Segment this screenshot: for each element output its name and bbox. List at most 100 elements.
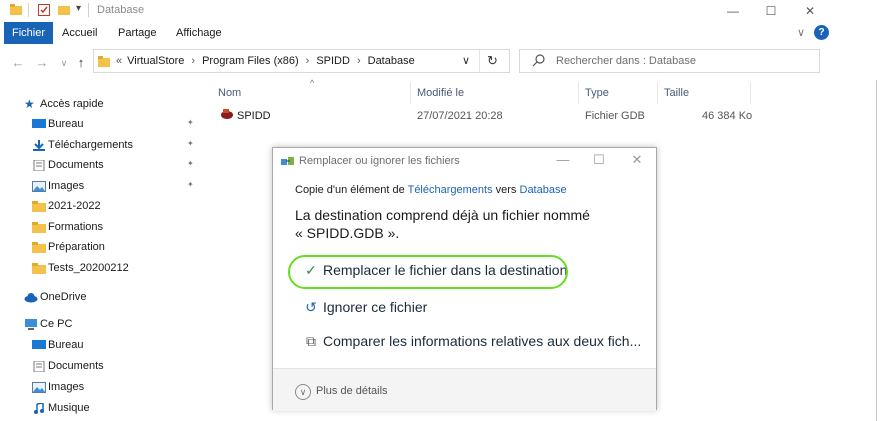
breadcrumb-item[interactable]: Program Files (x86) xyxy=(202,55,299,67)
search-input[interactable]: Rechercher dans : Database xyxy=(556,55,696,67)
help-icon[interactable]: ? xyxy=(814,25,829,40)
maximize-button[interactable]: ☐ xyxy=(756,2,786,20)
sidebar-item-tests-20200212[interactable]: Tests_20200212 xyxy=(0,259,200,279)
sidebar-item-t-l-chargements[interactable]: Téléchargements ✦ xyxy=(0,136,200,156)
sidebar-item-label: Documents xyxy=(48,360,104,372)
chevron-right-icon[interactable]: › xyxy=(306,55,310,67)
overflow-chevron-icon[interactable]: « xyxy=(116,55,122,67)
dialog-footer: ∨ Plus de détails xyxy=(273,368,656,411)
sidebar-item-pc-images[interactable]: Images xyxy=(0,378,200,398)
minimize-button[interactable]: — xyxy=(718,2,748,20)
divider xyxy=(479,50,480,72)
dialog-title: Remplacer ou ignorer les fichiers xyxy=(299,155,460,167)
chevron-right-icon[interactable]: › xyxy=(357,55,361,67)
documents-icon xyxy=(32,159,45,172)
maximize-button: ☐ xyxy=(593,152,605,167)
column-header-type[interactable]: Type xyxy=(585,87,609,99)
pin-icon[interactable]: ✦ xyxy=(187,180,194,189)
sidebar-item-images[interactable]: Images ✦ xyxy=(0,177,200,197)
tab-share[interactable]: Partage xyxy=(110,22,165,44)
minimize-button[interactable]: — xyxy=(552,152,574,168)
destination-link[interactable]: Database xyxy=(520,184,567,196)
compare-option[interactable]: ⧉ Comparer les informations relatives aux… xyxy=(303,333,641,350)
recent-locations-icon[interactable]: ∨ xyxy=(56,55,72,71)
copy-description: Copie d'un élément de Téléchargements ve… xyxy=(295,184,567,196)
documents-icon xyxy=(32,360,45,373)
skip-option-label: Ignorer ce fichier xyxy=(323,299,428,315)
sidebar-item-label: Documents xyxy=(48,159,104,171)
sidebar-item-documents[interactable]: Documents ✦ xyxy=(0,156,200,176)
star-icon: ★ xyxy=(24,97,35,111)
divider xyxy=(876,80,877,421)
images-icon xyxy=(32,382,46,393)
address-dropdown-icon[interactable]: ∨ xyxy=(462,54,470,67)
table-row[interactable]: SPIDD 27/07/2021 20:28 Fichier GDB 46 38… xyxy=(215,105,775,125)
sidebar-item-label: Bureau xyxy=(48,339,84,351)
sidebar-item-pc-bureau[interactable]: Bureau xyxy=(0,336,200,356)
column-header-name[interactable]: Nom xyxy=(218,87,241,99)
desktop-icon xyxy=(32,119,46,130)
sidebar-item-this-pc[interactable]: Ce PC xyxy=(0,315,200,335)
download-icon xyxy=(32,139,45,151)
sidebar-item-quick-access[interactable]: ★ Accès rapide xyxy=(0,95,200,115)
search-icon xyxy=(532,53,546,70)
more-details-button[interactable]: Plus de détails xyxy=(316,385,388,397)
breadcrumb-item[interactable]: Database xyxy=(368,55,415,67)
tab-view[interactable]: Affichage xyxy=(168,22,230,44)
divider xyxy=(657,82,658,104)
sidebar-item-label: Musique xyxy=(48,402,90,414)
close-button[interactable]: ✕ xyxy=(795,2,825,20)
sidebar-item-pr-paration[interactable]: Préparation xyxy=(0,238,200,258)
new-folder-icon[interactable] xyxy=(58,4,70,16)
pin-icon[interactable]: ✦ xyxy=(187,159,194,168)
sidebar-item-bureau[interactable]: Bureau ✦ xyxy=(0,115,200,135)
ribbon-tabs: Fichier Accueil Partage Affichage ∨ ? xyxy=(0,22,884,44)
forward-arrow-icon[interactable]: → xyxy=(34,55,50,71)
compare-icon: ⧉ xyxy=(306,333,316,349)
pin-icon[interactable]: ✦ xyxy=(187,118,194,127)
sidebar-item-pc-documents[interactable]: Documents xyxy=(0,357,200,377)
breadcrumb-item[interactable]: SPIDD xyxy=(316,55,350,67)
title-bar: ▾ Database — ☐ ✕ xyxy=(0,0,884,22)
source-link[interactable]: Téléchargements xyxy=(408,184,493,196)
breadcrumb-item[interactable]: VirtualStore xyxy=(127,55,184,67)
folder-icon xyxy=(32,201,46,212)
skip-arrow-icon: ↺ xyxy=(305,299,317,315)
column-header-modified[interactable]: Modifié le xyxy=(417,87,464,99)
sort-up-icon: ^ xyxy=(310,78,315,88)
column-header-size[interactable]: Taille xyxy=(664,87,689,99)
pin-icon[interactable]: ✦ xyxy=(187,139,194,148)
skip-option[interactable]: ↺ Ignorer ce fichier xyxy=(303,299,427,316)
cloud-icon xyxy=(24,292,38,303)
properties-icon[interactable] xyxy=(38,4,50,16)
message-line: La destination comprend déjà un fichier … xyxy=(295,207,590,223)
sidebar-item-label: Préparation xyxy=(48,241,105,253)
folder-icon[interactable] xyxy=(10,4,22,16)
expand-ribbon-icon[interactable]: ∨ xyxy=(797,26,805,39)
up-arrow-icon[interactable]: ↑ xyxy=(73,55,89,71)
back-arrow-icon[interactable]: ← xyxy=(10,55,26,71)
folder-icon xyxy=(32,221,46,233)
folder-icon xyxy=(32,262,46,274)
customize-toolbar-icon[interactable]: ▾ xyxy=(76,3,81,14)
search-box[interactable]: Rechercher dans : Database xyxy=(519,49,820,73)
sidebar-item-label: Bureau xyxy=(48,118,84,130)
chevron-right-icon[interactable]: › xyxy=(191,55,195,67)
images-icon xyxy=(32,180,46,192)
address-bar[interactable]: « VirtualStore › Program Files (x86) › SPIDD ›… xyxy=(93,49,510,73)
tab-home[interactable]: Accueil xyxy=(54,22,105,44)
sidebar-item-onedrive[interactable]: OneDrive xyxy=(0,288,200,308)
chevron-down-icon[interactable]: ∨ xyxy=(295,384,311,400)
sidebar-item-pc-musique[interactable]: Musique xyxy=(0,399,200,419)
sidebar-item-label: Téléchargements xyxy=(48,138,133,151)
sidebar-item-2021-2022[interactable]: 2021-2022 xyxy=(0,197,200,217)
breadcrumb: « VirtualStore › Program Files (x86) › SPIDD ›… xyxy=(116,55,415,67)
computer-icon xyxy=(24,319,37,330)
desktop-icon xyxy=(32,340,46,351)
sidebar-item-formations[interactable]: Formations xyxy=(0,218,200,238)
refresh-icon[interactable]: ↻ xyxy=(487,53,498,69)
sidebar-item-label: Tests_20200212 xyxy=(48,261,129,274)
close-button[interactable]: ✕ xyxy=(626,152,648,168)
tab-file[interactable]: Fichier xyxy=(4,22,54,44)
message-line: « SPIDD.GDB ». xyxy=(295,225,400,241)
